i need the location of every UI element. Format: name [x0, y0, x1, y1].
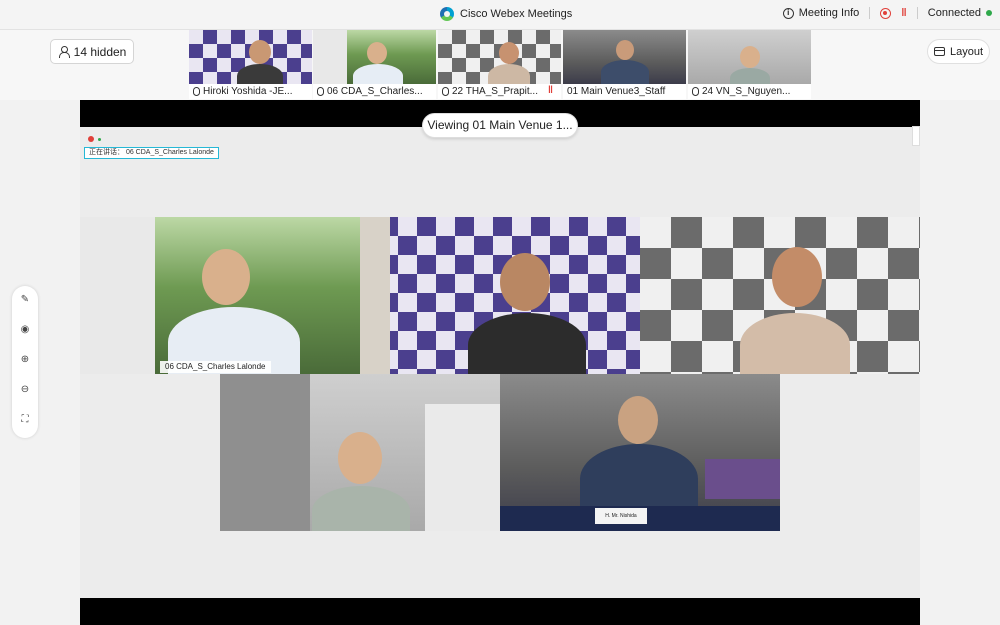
meeting-info-button[interactable]: i Meeting Info [782, 7, 860, 19]
meeting-info-label: Meeting Info [798, 7, 860, 19]
webex-logo-icon [440, 7, 454, 21]
participant-body [740, 313, 850, 374]
thumbnail-label: 01 Main Venue3_Staff [563, 84, 686, 99]
participant-head [772, 247, 822, 307]
hidden-participants-button[interactable]: 14 hidden [50, 39, 134, 64]
zoom-out-icon[interactable]: ⊖ [12, 380, 38, 400]
mic-icon [193, 87, 200, 96]
thumbnail-name: 24 VN_S_Nguyen... [702, 86, 791, 97]
thumbnail-name: Hiroki Yoshida -JE... [203, 86, 293, 97]
participant-thumbnail[interactable]: 22 THA_S_Prapit... ǁ [438, 30, 561, 99]
participant-body [601, 60, 649, 84]
video-tile-active[interactable]: 06 CDA_S_Charles Lalonde [80, 217, 360, 374]
app-title-text: Cisco Webex Meetings [460, 8, 573, 20]
video-tile[interactable]: H. Mr. Nishida [500, 374, 780, 531]
filmstrip-bar: 14 hidden Hiroki Yoshida -JE... 06 CDA_S… [0, 30, 1000, 100]
mic-icon [317, 87, 324, 96]
tile-name-label: 06 CDA_S_Charles Lalonde [160, 361, 271, 373]
thumbnail-label: 24 VN_S_Nguyen... [688, 84, 811, 99]
participant-video [688, 30, 811, 88]
curtain [360, 217, 390, 374]
divider [916, 7, 918, 19]
viewing-indicator[interactable]: Viewing 01 Main Venue 1... [422, 113, 578, 138]
participant-body [468, 313, 586, 374]
annotate-icon[interactable]: ✎ [12, 290, 38, 310]
chair [705, 459, 780, 499]
thumbnail-label: 22 THA_S_Prapit... [438, 84, 561, 99]
title-right-controls: i Meeting Info ǁ Connected [782, 7, 992, 19]
window-light [313, 30, 347, 84]
muted-mic-icon[interactable]: ǁ [901, 7, 906, 19]
connected-dot-icon [986, 10, 992, 16]
participant-thumbnail[interactable]: 24 VN_S_Nguyen... [688, 30, 811, 99]
divider [869, 7, 871, 19]
pointer-icon[interactable]: ◉ [12, 320, 38, 340]
mic-icon [692, 87, 699, 96]
app-title: Cisco Webex Meetings [440, 7, 572, 21]
wall-shadow [220, 374, 310, 531]
participant-thumbnail-active[interactable]: 06 CDA_S_Charles... [313, 30, 436, 99]
recording-icon[interactable] [880, 7, 892, 19]
thumbnail-name: 01 Main Venue3_Staff [567, 86, 666, 97]
participant-head [499, 42, 519, 64]
window-light [425, 404, 500, 531]
letterbox-bottom [80, 598, 920, 625]
name-card: H. Mr. Nishida [595, 508, 647, 524]
live-dot-icon [98, 138, 101, 141]
info-icon: i [782, 7, 794, 19]
video-tile[interactable] [640, 217, 920, 374]
layout-icon [933, 47, 945, 56]
participant-head [740, 46, 760, 68]
participant-head [202, 249, 250, 305]
window-light [80, 217, 155, 374]
scroll-handle[interactable] [912, 126, 920, 146]
fit-icon[interactable]: ⛶ [12, 410, 38, 430]
layout-label: Layout [949, 45, 984, 58]
participant-head [616, 40, 634, 60]
annotation-tool-rail: ✎ ◉ ⊕ ⊖ ⛶ [12, 286, 38, 438]
thumbnail-label: Hiroki Yoshida -JE... [189, 84, 312, 99]
participant-thumbnail[interactable]: Hiroki Yoshida -JE... [189, 30, 312, 99]
participant-video [313, 30, 436, 88]
zoom-in-icon[interactable]: ⊕ [12, 350, 38, 370]
person-icon [58, 46, 70, 58]
participant-thumbnail[interactable]: 01 Main Venue3_Staff [563, 30, 686, 99]
thumbnail-name: 22 THA_S_Prapit... [452, 86, 538, 97]
participant-head [618, 396, 658, 444]
connection-status: Connected [928, 7, 992, 19]
participant-body [312, 486, 410, 531]
participant-head [367, 42, 387, 64]
connection-status-label: Connected [927, 7, 981, 19]
participant-head [338, 432, 382, 484]
thumbnail-label: 06 CDA_S_Charles... [313, 84, 436, 99]
participant-head [500, 253, 550, 311]
muted-mic-icon: ǁ [548, 85, 553, 96]
participant-head [249, 40, 271, 64]
hidden-participants-label: 14 hidden [73, 44, 127, 59]
thumbnail-name: 06 CDA_S_Charles... [327, 86, 423, 97]
participant-video [438, 30, 561, 88]
layout-button[interactable]: Layout [927, 39, 990, 64]
recording-dot-icon [88, 136, 94, 142]
title-bar: Cisco Webex Meetings i Meeting Info ǁ Co… [0, 0, 1000, 30]
active-speaker-tag: 正在讲话： 06 CDA_S_Charles Lalonde [84, 147, 219, 159]
participant-video [563, 30, 686, 84]
mic-icon [442, 87, 449, 96]
participant-video [189, 30, 312, 88]
video-tile[interactable] [360, 217, 640, 374]
video-tile[interactable] [220, 374, 500, 531]
participant-body [580, 444, 698, 514]
